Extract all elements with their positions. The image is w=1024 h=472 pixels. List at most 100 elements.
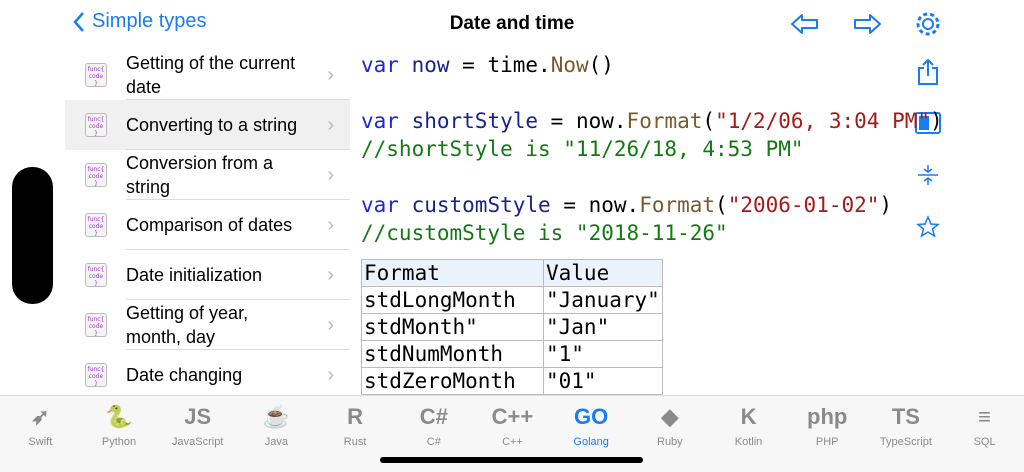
tab-label: Swift [28,436,53,448]
golang-logo-icon: GO [574,404,609,429]
chevron-right-icon: › [327,163,334,186]
javascript-logo-icon: JS [184,404,212,429]
topic-list: func{code} Getting of the current date ›… [65,50,350,400]
func-code-icon: func{code} [85,113,107,137]
chevron-right-icon: › [327,113,334,136]
tab-java[interactable]: ☕ Java [237,396,316,472]
tab-label: PHP [815,436,839,448]
tab-label: C# [426,436,441,448]
tab-sql[interactable]: ≡ SQL [945,396,1024,472]
share-icon[interactable] [916,58,940,86]
tab-label: JavaScript [172,436,224,448]
paren: ) [879,193,893,217]
sidebar-item-label: Getting of year, month, day [126,303,249,347]
table-row: stdMonth" "Jan" [361,313,663,341]
chevron-right-icon: › [327,363,334,386]
column-header: Format [361,259,544,287]
tab-swift[interactable]: ➶ Swift [1,396,80,472]
operator: = now. [538,109,627,133]
code-comment: //shortStyle is "11/26/18, 4:53 PM" [361,137,804,161]
code-comment: //customStyle is "2018-11-26" [361,221,728,245]
chevron-right-icon: › [327,213,334,236]
sidebar-item[interactable]: func{code} Date initialization › [65,250,350,300]
star-icon[interactable] [916,215,940,239]
python-logo-icon: 🐍 [105,404,133,429]
value-cell: "01" [543,367,663,395]
operator: = now. [550,193,640,217]
tab-label: Java [264,436,289,448]
tab-typescript[interactable]: TS TypeScript [867,396,946,472]
tab-kotlin[interactable]: K Kotlin [709,396,788,472]
tab-label: TypeScript [879,436,932,448]
value-cell: "1" [543,340,663,368]
func-code-icon: func{code} [85,213,107,237]
arrow-right-icon[interactable] [852,12,882,36]
paren: ( [702,109,716,133]
keyword: var [361,109,399,133]
paren: ) [930,109,943,133]
code-line: var now = time.Now() [361,53,614,77]
typescript-logo-icon: TS [891,404,920,429]
string-literal: "1/2/06, 3:04 PM" [715,109,930,133]
operator: = time. [449,53,551,77]
sidebar-item[interactable]: func{code} Comparison of dates › [65,200,350,250]
tab-php[interactable]: php PHP [788,396,867,472]
side-drag-handle[interactable] [12,167,53,304]
collapse-icon[interactable] [916,163,940,187]
tab-label: SQL [973,436,996,448]
func-code-icon: func{code} [85,313,107,337]
format-cell: stdLongMonth [361,286,544,314]
format-cell: stdZeroMonth [361,367,544,395]
func-code-icon: func{code} [85,263,107,287]
function-name: Now [550,53,589,77]
kotlin-logo-icon: K [740,404,757,429]
value-cell: "Jan" [543,313,663,341]
sidebar-item[interactable]: func{code} Date changing › [65,350,350,400]
cpp-logo-icon: C++ [491,404,534,429]
php-logo-icon: php [807,404,848,429]
rust-logo-icon: R [347,404,364,429]
value-cell: "January" [543,286,663,314]
sidebar-item[interactable]: func{code} Getting of year, month, day › [65,300,350,350]
sidebar-item-label: Getting of the current date [126,53,296,97]
code-line: var shortStyle = now.Format("1/2/06, 3:0… [361,109,943,133]
sidebar-item[interactable]: func{code} Converting to a string › [65,100,350,150]
table-row: stdLongMonth "January" [361,286,663,314]
sidebar-item-label: Comparison of dates [126,215,293,235]
format-cell: stdNumMonth [361,340,544,368]
string-literal: "2006-01-02" [727,193,880,217]
column-header: Value [543,259,663,287]
sql-logo-icon: ≡ [978,404,992,429]
sidebar-item-label: Date changing [126,365,243,385]
tab-label: C++ [502,436,523,448]
sidebar-item[interactable]: func{code} Conversion from a string › [65,150,350,200]
keyword: var [361,53,399,77]
parens: () [588,53,614,77]
func-code-icon: func{code} [85,363,107,387]
func-code-icon: func{code} [85,63,107,87]
sidebar-item[interactable]: func{code} Getting of the current date › [65,50,350,100]
tab-javascript[interactable]: JS JavaScript [158,396,237,472]
arrow-left-icon[interactable] [790,12,820,36]
sidebar-item-label: Converting to a string [126,115,298,135]
ruby-logo-icon: ◆ [661,404,679,429]
function-name: Format [626,109,703,133]
csharp-logo-icon: C# [419,404,448,429]
gear-icon[interactable] [914,10,942,38]
tab-label: Golang [573,436,609,448]
swift-logo-icon: ➶ [31,404,50,429]
function-name: Format [639,193,716,217]
keyword: var [361,193,399,217]
tab-python[interactable]: 🐍 Python [80,396,159,472]
chevron-right-icon: › [327,63,334,86]
sidebar-item-label: Date initialization [126,265,263,285]
func-code-icon: func{code} [85,163,107,187]
table-header-row: Format Value [361,259,663,287]
table-row: stdZeroMonth "01" [361,367,663,395]
identifier: customStyle [411,193,551,217]
format-table: Format Value stdLongMonth "January" stdMont… [361,259,663,395]
tab-label: Python [101,436,137,448]
sidebar-item-label: Conversion from a string [126,153,274,197]
home-indicator[interactable] [380,457,643,463]
format-cell: stdMonth" [361,313,544,341]
